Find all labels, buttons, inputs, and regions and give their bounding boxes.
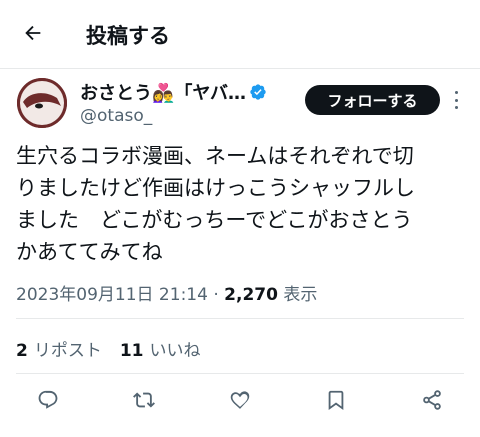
reply-icon: [38, 390, 58, 409]
tweet-text: 生穴るコラボ漫画、ネームはそれぞれで切 りましたけど作画はけっこうシャッフルし …: [16, 140, 466, 268]
like-icon: [230, 391, 250, 409]
verified-badge-icon: [250, 84, 266, 100]
repost-icon: [133, 392, 155, 408]
more-vertical-icon[interactable]: [449, 88, 463, 112]
header-divider: [0, 68, 480, 69]
bookmark-button[interactable]: [320, 384, 352, 416]
share-icon: [423, 390, 441, 410]
back-button[interactable]: [18, 18, 48, 48]
tweet-meta: 2023年09月11日 21:14 · 2,270 表示: [16, 280, 317, 305]
author-display-name: おさとう👩‍❤️‍👨「ヤバ…: [80, 83, 247, 104]
reposts-count: 2: [16, 341, 28, 361]
engagement-stats: 2 リポスト 11 いいね: [16, 336, 201, 361]
reposts-stat[interactable]: 2 リポスト: [16, 336, 102, 361]
top-bar: 投稿する: [0, 0, 480, 68]
arrow-left-icon: [25, 25, 41, 41]
like-button[interactable]: [224, 384, 256, 416]
likes-count: 11: [119, 341, 144, 361]
tweet-line: かあててみてね: [16, 240, 163, 264]
likes-stat[interactable]: 11 いいね: [120, 336, 201, 361]
divider: [16, 373, 464, 374]
bookmark-icon: [328, 390, 344, 411]
follow-button[interactable]: フォローする: [305, 85, 440, 115]
reply-button[interactable]: [32, 384, 64, 416]
tweet-timestamp[interactable]: 2023年09月11日 21:14: [16, 285, 208, 305]
author-name-row[interactable]: おさとう👩‍❤️‍👨「ヤバ…: [80, 79, 267, 105]
divider: [16, 318, 464, 319]
page-title: 投稿する: [86, 24, 170, 48]
views-label: 表示: [283, 285, 318, 305]
action-bar: [0, 384, 480, 416]
avatar[interactable]: [17, 78, 67, 128]
likes-label: いいね: [149, 341, 201, 361]
meta-separator: ·: [213, 285, 219, 305]
avatar-image: [17, 78, 67, 128]
share-button[interactable]: [416, 384, 448, 416]
tweet-line: りましたけど作画はけっこうシャッフルし: [16, 176, 415, 200]
reposts-label: リポスト: [33, 341, 102, 361]
repost-button[interactable]: [128, 384, 160, 416]
author-handle[interactable]: @otaso_: [80, 106, 152, 126]
tweet-line: 生穴るコラボ漫画、ネームはそれぞれで切: [16, 144, 414, 168]
views-count: 2,270: [224, 285, 278, 305]
tweet-line: ました どこがむっちーでどこがおさとう: [16, 208, 413, 232]
